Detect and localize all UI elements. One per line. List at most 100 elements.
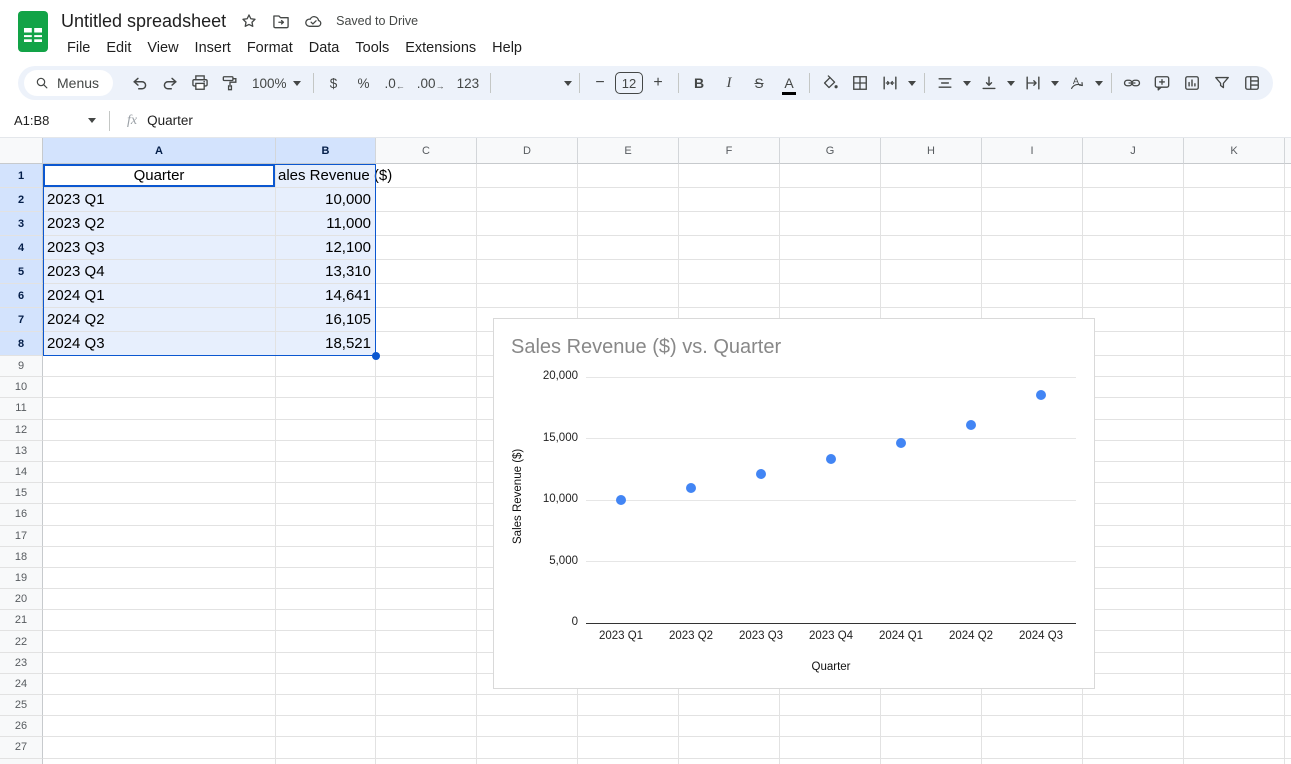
cell-C7[interactable] (376, 308, 477, 332)
cell-C17[interactable] (376, 526, 477, 547)
cell-E2[interactable] (578, 188, 679, 212)
cell-F1[interactable] (679, 164, 780, 188)
horizontal-align-dropdown[interactable] (960, 70, 974, 96)
cell-E28[interactable] (578, 759, 679, 764)
document-title[interactable]: Untitled spreadsheet (59, 11, 228, 32)
cell-B5[interactable]: 13,310 (276, 260, 376, 284)
cell-B19[interactable] (276, 568, 376, 589)
column-header-d[interactable]: D (477, 138, 578, 164)
cell-D3[interactable] (477, 212, 578, 236)
row-header-22[interactable]: 22 (0, 631, 43, 652)
cell-F4[interactable] (679, 236, 780, 260)
cell-A8[interactable]: 2024 Q3 (43, 332, 276, 356)
cell-J27[interactable] (1083, 737, 1184, 758)
cell-J7[interactable] (1083, 308, 1184, 332)
cell-A10[interactable] (43, 377, 276, 398)
cell-A18[interactable] (43, 547, 276, 568)
cell-A27[interactable] (43, 737, 276, 758)
row-header-19[interactable]: 19 (0, 568, 43, 589)
cell-D6[interactable] (477, 284, 578, 308)
cell-G25[interactable] (780, 695, 881, 716)
row-header-5[interactable]: 5 (0, 260, 43, 284)
cell-F3[interactable] (679, 212, 780, 236)
cell-C27[interactable] (376, 737, 477, 758)
cell-C2[interactable] (376, 188, 477, 212)
cell-G3[interactable] (780, 212, 881, 236)
cell-D28[interactable] (477, 759, 578, 764)
menu-format[interactable]: Format (239, 38, 301, 58)
borders-button[interactable] (846, 70, 874, 96)
column-header-f[interactable]: F (679, 138, 780, 164)
cell-J23[interactable] (1083, 653, 1184, 674)
cell-J24[interactable] (1083, 674, 1184, 695)
insert-chart-button[interactable] (1178, 70, 1206, 96)
vertical-align-dropdown[interactable] (1004, 70, 1018, 96)
cell-J4[interactable] (1083, 236, 1184, 260)
cell-K20[interactable] (1184, 589, 1285, 610)
row-header-17[interactable]: 17 (0, 526, 43, 547)
cell-B2[interactable]: 10,000 (276, 188, 376, 212)
cell-H1[interactable] (881, 164, 982, 188)
cloud-saved-icon[interactable] (302, 10, 324, 32)
cell-K8[interactable] (1184, 332, 1285, 356)
cell-K17[interactable] (1184, 526, 1285, 547)
fill-handle[interactable] (372, 352, 380, 360)
cell-C18[interactable] (376, 547, 477, 568)
cell-B28[interactable] (276, 759, 376, 764)
cell-A3[interactable]: 2023 Q2 (43, 212, 276, 236)
cell-C21[interactable] (376, 610, 477, 631)
row-header-15[interactable]: 15 (0, 483, 43, 504)
cell-E3[interactable] (578, 212, 679, 236)
cell-K10[interactable] (1184, 377, 1285, 398)
cell-D1[interactable] (477, 164, 578, 188)
row-header-1[interactable]: 1 (0, 164, 43, 188)
cell-D4[interactable] (477, 236, 578, 260)
cell-D25[interactable] (477, 695, 578, 716)
fill-color-button[interactable] (816, 70, 844, 96)
cell-B7[interactable]: 16,105 (276, 308, 376, 332)
cell-G2[interactable] (780, 188, 881, 212)
cell-J19[interactable] (1083, 568, 1184, 589)
cell-I28[interactable] (982, 759, 1083, 764)
decrease-decimals-button[interactable]: .0← (380, 70, 410, 96)
cell-C20[interactable] (376, 589, 477, 610)
row-header-18[interactable]: 18 (0, 547, 43, 568)
cell-K7[interactable] (1184, 308, 1285, 332)
text-color-button[interactable]: A (775, 70, 803, 96)
cell-A19[interactable] (43, 568, 276, 589)
cell-J21[interactable] (1083, 610, 1184, 631)
cell-K16[interactable] (1184, 504, 1285, 525)
cell-B14[interactable] (276, 462, 376, 483)
menu-tools[interactable]: Tools (347, 38, 397, 58)
cell-E26[interactable] (578, 716, 679, 737)
row-header-11[interactable]: 11 (0, 398, 43, 419)
cell-E5[interactable] (578, 260, 679, 284)
cell-A24[interactable] (43, 674, 276, 695)
name-box[interactable]: A1:B8 (0, 113, 104, 128)
cell-A25[interactable] (43, 695, 276, 716)
cell-C19[interactable] (376, 568, 477, 589)
paint-format-button[interactable] (216, 70, 244, 96)
increase-font-size-button[interactable]: + (644, 70, 672, 96)
cell-F26[interactable] (679, 716, 780, 737)
cell-A22[interactable] (43, 631, 276, 652)
embedded-chart[interactable]: Sales Revenue ($) vs. Quarter Sales Reve… (493, 318, 1095, 689)
menu-view[interactable]: View (139, 38, 186, 58)
cell-C13[interactable] (376, 441, 477, 462)
cell-J9[interactable] (1083, 356, 1184, 377)
cell-B18[interactable] (276, 547, 376, 568)
cell-C6[interactable] (376, 284, 477, 308)
increase-decimals-button[interactable]: .00→ (412, 70, 450, 96)
cell-K14[interactable] (1184, 462, 1285, 483)
text-wrapping-button[interactable] (1019, 70, 1047, 96)
cell-H2[interactable] (881, 188, 982, 212)
cell-E1[interactable] (578, 164, 679, 188)
cell-J22[interactable] (1083, 631, 1184, 652)
cell-G28[interactable] (780, 759, 881, 764)
cell-B24[interactable] (276, 674, 376, 695)
cell-K3[interactable] (1184, 212, 1285, 236)
cell-J20[interactable] (1083, 589, 1184, 610)
row-header-26[interactable]: 26 (0, 716, 43, 737)
cell-C12[interactable] (376, 420, 477, 441)
redo-button[interactable] (156, 70, 184, 96)
